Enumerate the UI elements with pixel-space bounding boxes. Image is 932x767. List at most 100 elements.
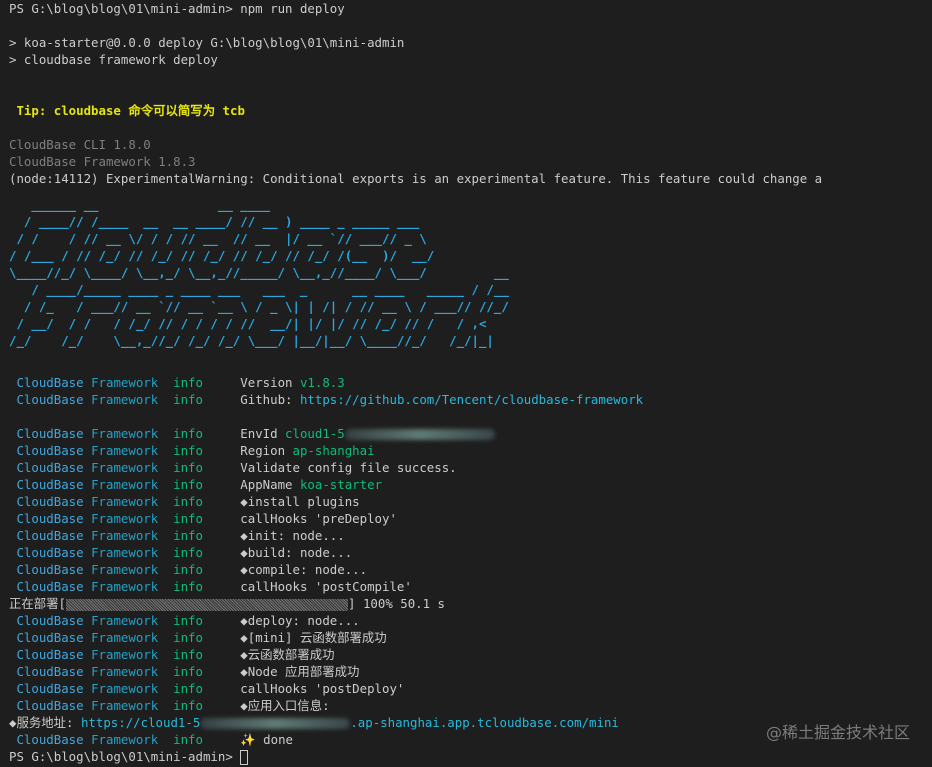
log-source-2: Framework — [83, 528, 159, 543]
progress-bar — [66, 598, 349, 611]
log-value[interactable]: https://github.com/Tencent/cloudbase-fra… — [300, 392, 643, 407]
log-row: CloudBase Framework info callHooks 'post… — [9, 578, 412, 595]
log-row: CloudBase Framework info Version v1.8.3 — [9, 374, 345, 391]
tip-line: Tip: cloudbase 命令可以简写为 tcb — [9, 103, 245, 118]
log-source: CloudBase — [16, 579, 84, 594]
log-source-2: Framework — [83, 681, 159, 696]
terminal-window[interactable]: PS G:\blog\blog\01\mini-admin> npm run d… — [0, 0, 932, 767]
log-value: ap-shanghai — [292, 443, 375, 458]
log-message: Version — [240, 375, 300, 390]
log-source: CloudBase — [16, 528, 84, 543]
log-level: info — [158, 443, 241, 458]
log-level: info — [158, 562, 241, 577]
log-source: CloudBase — [16, 545, 84, 560]
service-url-end[interactable]: .ap-shanghai.app.tcloudbase.com/mini — [350, 715, 619, 730]
service-line: ◆服务地址: https://cloud1-5 .ap-shanghai.app.… — [9, 714, 619, 731]
log-source-2: Framework — [83, 732, 159, 747]
log-level: info — [158, 630, 241, 645]
prompt-line: PS G:\blog\blog\01\mini-admin> npm run d… — [9, 0, 345, 17]
log-row: CloudBase Framework info ◆应用入口信息: — [9, 697, 329, 714]
log-level: info — [158, 579, 241, 594]
blurred-segment — [344, 429, 495, 440]
progress-label: 正在部署[ — [9, 596, 67, 611]
service-label: ◆服务地址: — [9, 715, 81, 730]
log-source: CloudBase — [16, 460, 84, 475]
log-source-2: Framework — [83, 511, 159, 526]
log-message: callHooks 'preDeploy' — [240, 511, 397, 526]
log-source-2: Framework — [83, 426, 159, 441]
log-source-2: Framework — [83, 494, 159, 509]
log-level: info — [158, 681, 241, 696]
npm-line-2: > cloudbase framework deploy — [9, 52, 218, 67]
npm-line-1: > koa-starter@0.0.0 deploy G:\blog\blog\… — [9, 35, 405, 50]
log-row: CloudBase Framework info ◆云函数部署成功 — [9, 646, 334, 663]
log-source-2: Framework — [83, 579, 159, 594]
cli-version: CloudBase CLI 1.8.0 — [9, 137, 151, 152]
log-message: callHooks 'postDeploy' — [240, 681, 405, 696]
log-source: CloudBase — [16, 630, 84, 645]
progress-line: 正在部署[] 100% 50.1 s — [9, 595, 445, 612]
log-level: info — [158, 375, 241, 390]
sparkles-icon: ✨ — [240, 732, 256, 747]
log-source: CloudBase — [16, 664, 84, 679]
log-source-2: Framework — [83, 698, 159, 713]
log-row: CloudBase Framework info ◆deploy: node..… — [9, 612, 360, 629]
log-message: Validate config file success. — [240, 460, 457, 475]
done-line: CloudBase Framework info ✨ done — [9, 731, 293, 748]
final-prompt-line: PS G:\blog\blog\01\mini-admin> — [9, 748, 249, 765]
juejin-watermark: @稀土掘金技术社区 — [765, 723, 910, 742]
framework-version: CloudBase Framework 1.8.3 — [9, 154, 196, 169]
experimental-warning: (node:14112) ExperimentalWarning: Condit… — [9, 171, 823, 186]
log-value: cloud1-5 — [285, 426, 345, 441]
terminal-cursor[interactable] — [240, 750, 249, 765]
prompt: PS G:\blog\blog\01\mini-admin> — [9, 1, 241, 16]
log-source-2: Framework — [83, 545, 159, 560]
log-message: ◆Node 应用部署成功 — [240, 664, 360, 679]
log-level: info — [158, 613, 241, 628]
log-source-2: Framework — [83, 664, 159, 679]
log-source-2: Framework — [83, 613, 159, 628]
log-source: CloudBase — [16, 698, 84, 713]
log-value: koa-starter — [299, 477, 383, 492]
service-url-start[interactable]: https://cloud1-5 — [81, 715, 200, 730]
log-source: CloudBase — [16, 511, 84, 526]
log-level: info — [158, 732, 241, 747]
log-row: CloudBase Framework info Region ap-shang… — [9, 442, 375, 459]
log-level: info — [158, 545, 241, 560]
log-level: info — [158, 426, 241, 441]
log-value: v1.8.3 — [299, 375, 345, 390]
log-message: ◆install plugins — [240, 494, 360, 509]
log-source-2: Framework — [83, 375, 159, 390]
log-message: callHooks 'postCompile' — [240, 579, 412, 594]
log-message: ◆init: node... — [240, 528, 345, 543]
log-level: info — [158, 647, 241, 662]
log-row: CloudBase Framework info ◆Node 应用部署成功 — [9, 663, 359, 680]
log-row: CloudBase Framework info EnvId cloud1-5 — [9, 425, 495, 442]
log-source: CloudBase — [16, 562, 84, 577]
log-level: info — [158, 460, 241, 475]
command: npm run deploy — [240, 1, 345, 16]
log-message: Github: — [240, 392, 300, 407]
log-row: CloudBase Framework info ◆compile: node.… — [9, 561, 367, 578]
log-source: CloudBase — [16, 443, 84, 458]
blurred-segment — [200, 718, 351, 729]
log-message: EnvId — [240, 426, 286, 441]
log-level: info — [158, 477, 241, 492]
cloudbase-framework-banner: ______ __ __ ____ / ____// /____ __ __ _… — [9, 197, 509, 348]
log-message: AppName — [240, 477, 300, 492]
log-source-2: Framework — [83, 477, 159, 492]
log-source-2: Framework — [83, 392, 159, 407]
log-message: ◆deploy: node... — [240, 613, 360, 628]
log-source: CloudBase — [16, 681, 84, 696]
log-level: info — [158, 664, 241, 679]
log-message: ◆[mini] 云函数部署成功 — [240, 630, 387, 645]
log-source: CloudBase — [16, 392, 84, 407]
log-row: CloudBase Framework info ◆build: node... — [9, 544, 352, 561]
log-row: CloudBase Framework info Github: https:/… — [9, 391, 643, 408]
log-row: CloudBase Framework info ◆[mini] 云函数部署成功 — [9, 629, 387, 646]
log-message: Region — [240, 443, 293, 458]
log-level: info — [158, 392, 241, 407]
log-source-2: Framework — [83, 630, 159, 645]
done-text: done — [255, 732, 294, 747]
log-level: info — [158, 511, 241, 526]
